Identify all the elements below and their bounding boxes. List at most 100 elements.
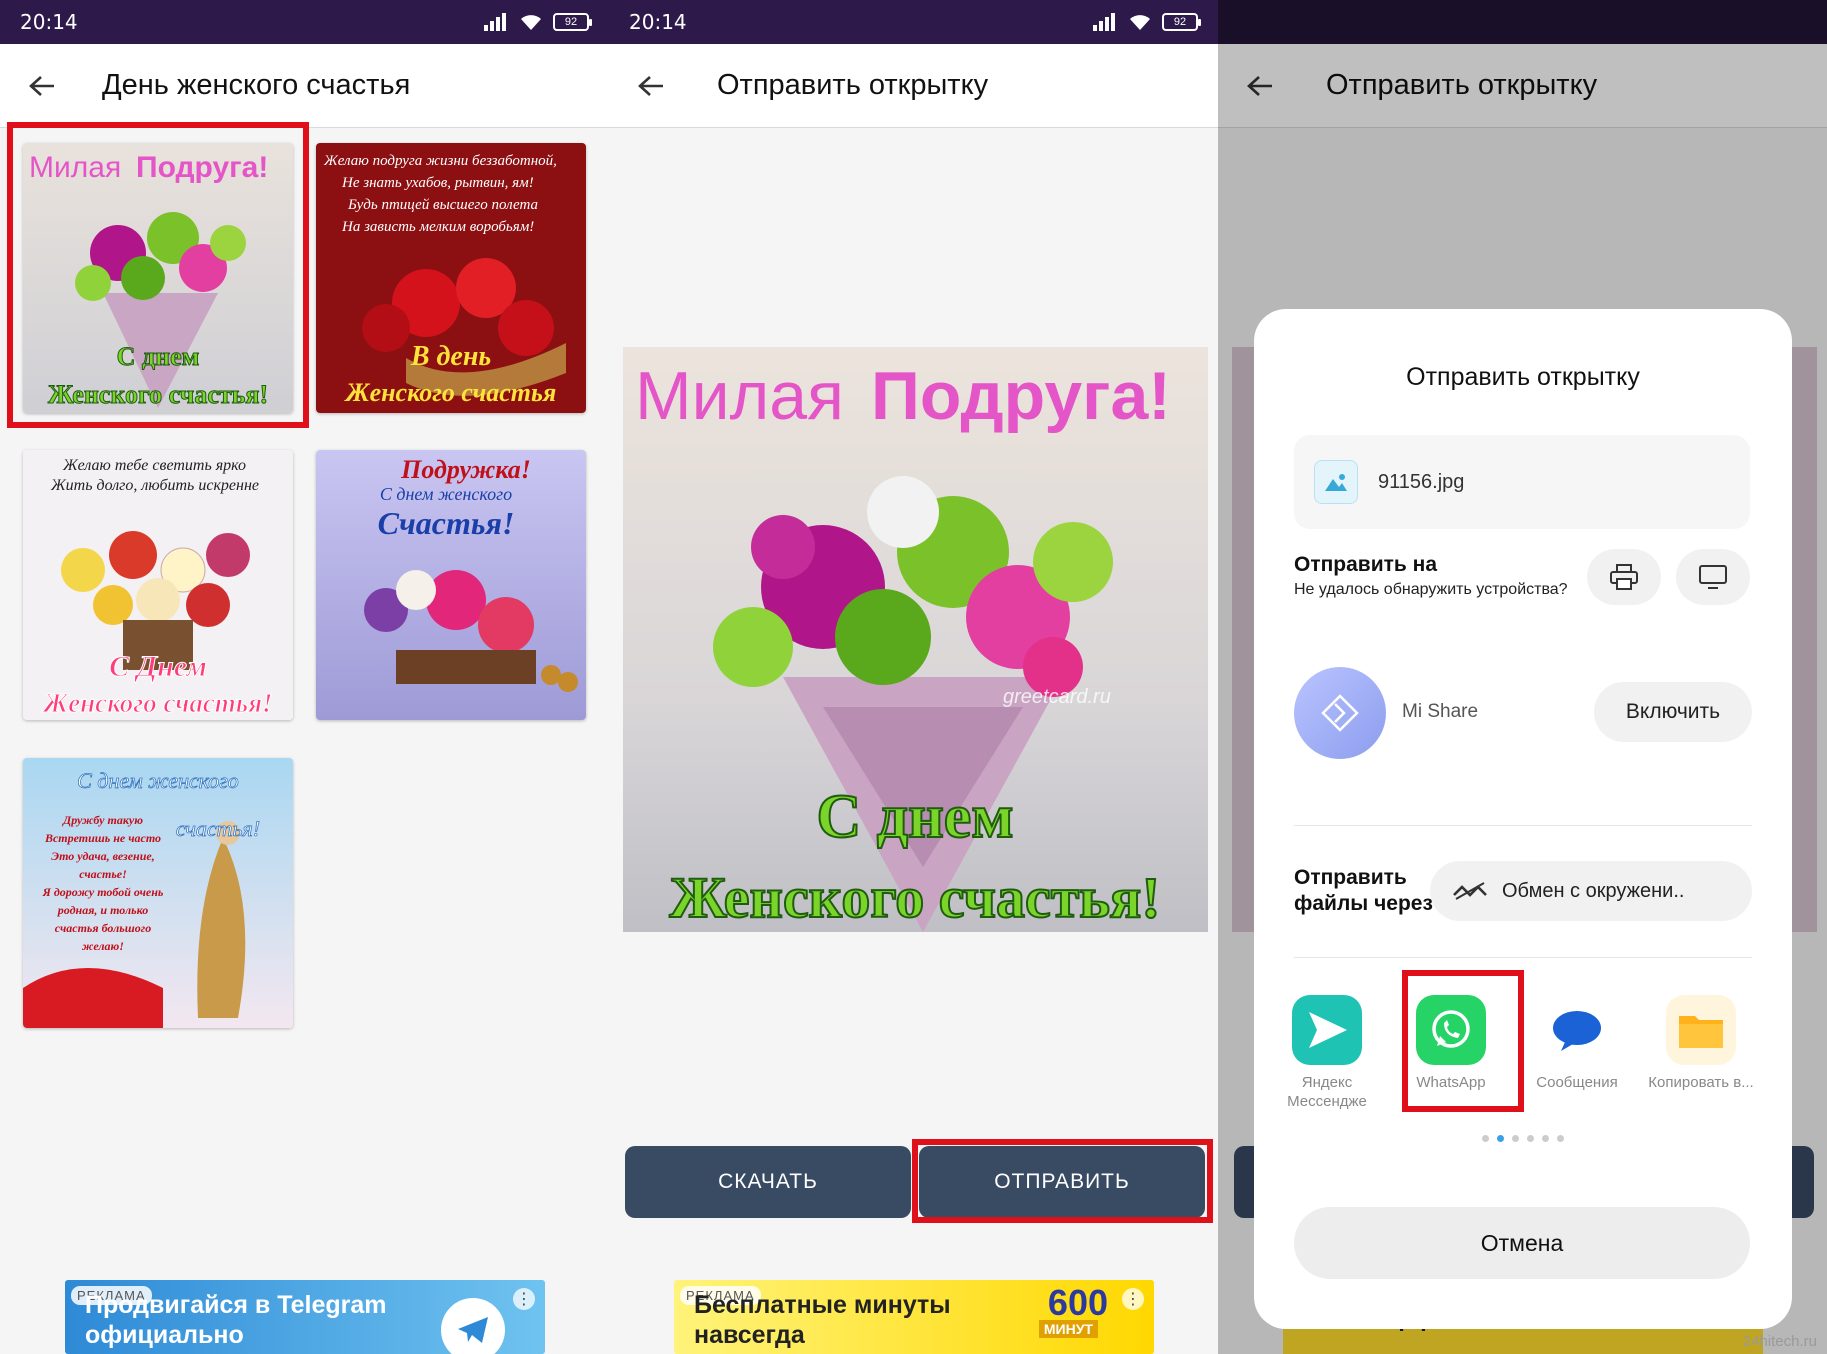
minutes-ad-banner[interactable]: РЕКЛАМА Бесплатные минуты навсегда 600 М… [674,1280,1154,1354]
card5-line-4: Встретишь не часто [44,831,161,845]
card2-bottom-text-2: Женского счастья [344,378,557,407]
share-app-copy[interactable]: Копировать в... [1646,995,1756,1092]
card-thumbnail-5[interactable]: С днем женского счастья! Дружбу такую Вс… [23,758,293,1028]
ad-small-label: МИНУТ [1038,1320,1098,1338]
card3-bottom-text-2: Женского счастья! [41,688,272,718]
file-name: 91156.jpg [1378,470,1465,493]
printer-icon [1610,564,1638,590]
card5-line-1: С днем женского [77,768,239,793]
share-app-messages[interactable]: Сообщения [1522,995,1632,1092]
card-bottom-text-2: Женского счастья! [669,865,1160,930]
page-dot [1557,1135,1564,1142]
ad-line-2: официально [85,1321,244,1349]
divider [1294,825,1752,826]
sheet-title: Отправить открытку [1406,363,1640,391]
app-bar: День женского счастья [0,44,609,128]
send-card-screen: 20:14 92 Отправить открытку Милая Подруг… [609,0,1218,1354]
yandex-messenger-icon [1292,995,1362,1065]
telegram-logo-icon [441,1298,505,1354]
card5-line-3: Дружбу такую [62,813,143,827]
card3-line-2: Жить долго, любить искренне [50,477,259,494]
share-sheet: Отправить открытку 91156.jpg Отправить н… [1254,309,1792,1329]
mi-share-icon [1294,667,1386,759]
signal-icon [1093,13,1115,31]
nearby-share-button[interactable]: Обмен с окружени.. [1430,861,1752,921]
card3-line-1: Желаю тебе светить ярко [62,457,246,474]
card3-bottom-text-1: С Днем [109,650,207,683]
divider [1294,957,1752,958]
card5-line-7: Я дорожу тобой очень [42,885,164,899]
gallery-screen: 20:14 92 День женского счастья Милая Под… [0,0,609,1354]
monitor-icon [1699,565,1727,589]
card-thumbnail-3[interactable]: Желаю тебе светить ярко Жить долго, люби… [23,450,293,720]
enable-mi-share-button[interactable]: Включить [1594,682,1752,742]
battery-icon: 92 [553,13,592,31]
battery-icon: 92 [1162,13,1201,31]
page-indicator [1254,1135,1792,1142]
card2-line-1: Желаю подруга жизни беззаботной, [323,153,557,169]
card5-line-8: родная, и только [57,903,148,917]
card5-line-6: счастье! [79,867,127,881]
send-button-highlight [912,1139,1213,1223]
ad-text: Продвигайся в Telegram официально [85,1290,387,1350]
ad-line-1: Бесплатные минуты [694,1291,951,1319]
wifi-icon [1130,15,1150,30]
page-title: День женского счастья [102,69,411,101]
card-thumbnail-4[interactable]: Подружка! С днем женского Счастья! [316,450,586,720]
telegram-ad-banner[interactable]: РЕКЛАМА Продвигайся в Telegram официальн… [65,1280,545,1354]
page-dot [1542,1135,1549,1142]
app-label: Сообщения [1536,1074,1618,1091]
back-arrow-icon[interactable] [22,66,62,106]
print-button[interactable] [1587,549,1661,605]
card-bottom-text-1: С днем [816,783,1013,851]
page-dot [1512,1135,1519,1142]
status-bar: 20:14 92 [0,0,609,44]
card4-line-3: Счастья! [378,505,515,541]
card-thumbnail-2[interactable]: Желаю подруга жизни беззаботной, Не знат… [316,143,586,413]
card5-line-2: счастья! [176,816,260,841]
app-bar: Отправить открытку [609,44,1218,128]
ad-menu-icon[interactable]: ⋮ [513,1288,535,1310]
card2-bottom-text-1: В день [410,341,491,372]
card-preview: Милая Подруга! greetcard.ru С днем Женск… [623,347,1208,932]
card5-line-9: счастья большого [55,921,151,935]
ad-text: Бесплатные минуты навсегда [694,1290,951,1350]
download-button[interactable]: СКАЧАТЬ [625,1146,911,1218]
status-bar: 20:14 92 [609,0,1218,44]
back-arrow-icon[interactable] [631,66,671,106]
wifi-icon [521,15,541,30]
send-to-title: Отправить на [1294,553,1438,576]
ad-line-2: навсегда [694,1321,805,1349]
selected-card-highlight [7,122,309,428]
card5-line-10: желаю! [82,939,124,953]
ad-big-number: 600 [1047,1282,1108,1323]
card-top-text-1: Милая [635,358,844,434]
whatsapp-highlight [1402,970,1524,1112]
cancel-button[interactable]: Отмена [1294,1207,1750,1279]
mi-share-label: Mi Share [1402,701,1479,722]
card2-line-4: На зависть мелким воробьям! [341,219,534,235]
image-file-icon [1314,460,1358,504]
card2-line-3: Будь птицей высшего полета [347,197,538,213]
status-time: 20:14 [20,10,78,34]
send-files-via-title: Отправить файлы через [1294,866,1433,915]
share-sheet-screen: Отправить открытку Тинькофф Отправить от… [1218,0,1827,1354]
cast-screen-button[interactable] [1676,549,1750,605]
signal-icon [484,13,506,31]
page-dot [1482,1135,1489,1142]
ad-line-1: Продвигайся в Telegram [85,1291,387,1319]
nearby-share-label: Обмен с окружени.. [1502,879,1685,902]
page-title: Отправить открытку [717,69,989,101]
ad-menu-icon[interactable]: ⋮ [1122,1288,1144,1310]
nearby-share-icon [1453,882,1487,900]
card4-line-2: С днем женского [380,484,512,504]
app-label: Копировать в... [1648,1074,1754,1091]
messages-icon [1542,995,1612,1065]
file-row: 91156.jpg [1294,435,1750,529]
share-app-yandex-messenger[interactable]: Яндекс Мессендже [1272,995,1382,1111]
card-top-text-2: Подруга! [871,358,1171,434]
send-to-subtitle[interactable]: Не удалось обнаружить устройства? [1294,581,1568,599]
app-label: Яндекс Мессендже [1287,1074,1367,1110]
status-time: 20:14 [629,10,687,34]
card4-line-1: Подружка! [400,455,531,484]
